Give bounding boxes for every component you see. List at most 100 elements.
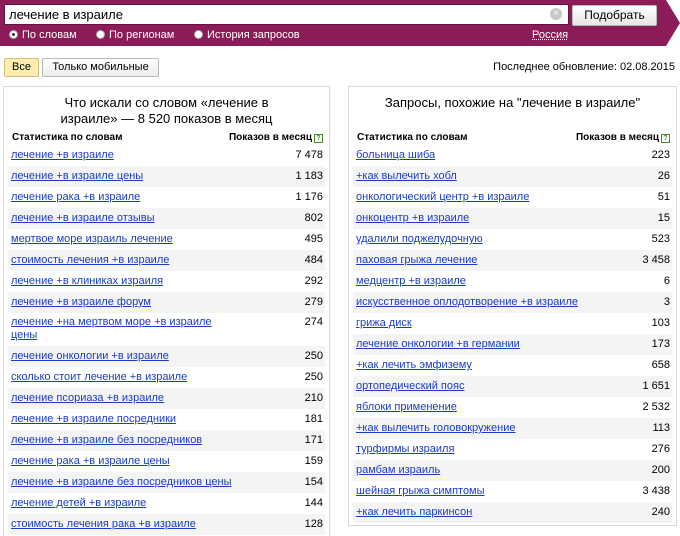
phrase-link[interactable]: лечение псориаза +в израиле [11,392,164,405]
phrase-link[interactable]: лечение рака +в израиле цены [11,455,170,468]
phrase-link[interactable]: мертвое море израиль лечение [11,233,173,246]
shows-count: 15 [657,212,670,224]
search-input[interactable]: лечение в израиле [4,4,569,25]
table-row: лечение +в израиле без посредников 171 [8,430,325,451]
table-row: +как вылечить хобл 26 [353,166,672,187]
table-row: грижа диск 103 [353,313,672,334]
table-row: больница шиба 223 [353,145,672,166]
phrase-link[interactable]: стоимость лечения +в израиле [11,254,169,267]
words-panel: Что искали со словом «лечение в израиле»… [3,86,330,536]
shows-count: 3 458 [642,254,670,266]
shows-count: 6 [663,275,670,287]
shows-count: 250 [304,371,323,383]
table-row: лечение псориаза +в израиле 210 [8,388,325,409]
table-row: лечение +в клиниках израиля 292 [8,271,325,292]
table-row: лечение рака +в израиле цены 159 [8,451,325,472]
col-header-words: Статистика по словам [357,132,468,143]
phrase-link[interactable]: паховая грыжа лечение [356,254,477,267]
phrase-link[interactable]: турфирмы израиля [356,443,454,456]
radio-icon[interactable] [9,30,18,39]
phrase-link[interactable]: +как лечить паркинсон [356,506,472,519]
shows-count: 250 [304,350,323,362]
shows-count: 154 [304,476,323,488]
shows-count: 3 [663,296,670,308]
shows-count: 1 651 [642,380,670,392]
mode-history[interactable]: История запросов [194,29,300,42]
mode-label: По регионам [109,29,175,41]
mode-by-regions[interactable]: По регионам [96,29,174,42]
help-icon[interactable]: ? [661,134,670,143]
help-icon[interactable]: ? [314,134,323,143]
table-row: шейная грыжа симптомы 3 438 [353,481,672,502]
shows-count: 7 478 [295,149,323,161]
shows-count: 276 [651,443,670,455]
shows-count: 1 183 [295,170,323,182]
phrase-link[interactable]: медцентр +в израиле [356,275,466,288]
phrase-link[interactable]: удалили поджелудочную [356,233,483,246]
phrase-link[interactable]: лечение +в израиле отзывы [11,212,155,225]
shows-count: 1 176 [295,191,323,203]
phrase-link[interactable]: +как лечить эмфизему [356,359,472,372]
phrase-link[interactable]: лечение онкологии +в германии [356,338,520,351]
phrase-link[interactable]: лечение +в израиле посредники [11,413,176,426]
table-row: турфирмы израиля 276 [353,439,672,460]
table-row: рамбам израиль 200 [353,460,672,481]
phrase-link[interactable]: больница шиба [356,149,435,162]
phrase-link[interactable]: лечение +в израиле цены [11,170,143,183]
radio-icon[interactable] [194,30,203,39]
submit-button[interactable]: Подобрать [572,5,657,26]
shows-count: 159 [304,455,323,467]
phrase-link[interactable]: сколько стоит лечение +в израиле [11,371,187,384]
phrase-link[interactable]: лечение онкологии +в израиле [11,350,169,363]
phrase-link[interactable]: искусственное оплодотворение +в израиле [356,296,578,309]
phrase-link[interactable]: лечение детей +в израиле [11,497,146,510]
phrase-link[interactable]: стоимость лечения рака +в израиле [11,518,196,531]
phrase-link[interactable]: рамбам израиль [356,464,440,477]
table-row: лечение +в израиле форум 279 [8,292,325,313]
phrase-link[interactable]: лечение +в клиниках израиля [11,275,163,288]
phrase-link[interactable]: лечение рака +в израиле [11,191,140,204]
table-row: лечение +в израиле цены 1 183 [8,166,325,187]
phrase-link[interactable]: +как вылечить хобл [356,170,457,183]
similar-panel-title: Запросы, похожие на "лечение в израиле" [384,95,641,110]
phrase-link[interactable]: шейная грыжа симптомы [356,485,485,498]
shows-count: 495 [304,233,323,245]
shows-count: 802 [304,212,323,224]
table-row: лечение рака +в израиле 1 176 [8,187,325,208]
mode-by-words[interactable]: По словам [9,29,77,42]
phrase-link[interactable]: яблоки применение [356,401,457,414]
shows-count: 51 [657,191,670,203]
shows-count: 173 [651,338,670,350]
phrase-link[interactable]: онкоцентр +в израиле [356,212,469,225]
phrase-link[interactable]: +как вылечить головокружение [356,422,515,435]
shows-count: 200 [651,464,670,476]
phrase-link[interactable]: лечение +в израиле без посредников цены [11,476,231,489]
shows-count: 484 [304,254,323,266]
shows-count: 292 [304,275,323,287]
phrase-link[interactable]: ортопедический пояс [356,380,464,393]
filter-all-button[interactable]: Все [4,58,39,77]
table-row: ортопедический пояс 1 651 [353,376,672,397]
radio-icon[interactable] [96,30,105,39]
phrase-link[interactable]: лечение +в израиле форум [11,296,151,309]
phrase-link[interactable]: лечение +на мертвом море +в израиле цены [11,316,221,342]
filter-mobile-button[interactable]: Только мобильные [42,58,159,77]
table-row: лечение онкологии +в израиле 250 [8,346,325,367]
shows-count: 240 [651,506,670,518]
shows-count: 279 [304,296,323,308]
table-row: медцентр +в израиле 6 [353,271,672,292]
search-bar: лечение в израиле × Подобрать По словам … [0,0,680,46]
phrase-link[interactable]: лечение +в израиле без посредников [11,434,202,447]
shows-count: 26 [657,170,670,182]
words-panel-title: Что искали со словом «лечение в израиле»… [60,95,273,126]
shows-count: 113 [652,422,670,434]
region-link[interactable]: Россия [532,29,568,41]
shows-count: 144 [304,497,323,509]
phrase-link[interactable]: грижа диск [356,317,412,330]
table-row: лечение +в израиле без посредников цены 1… [8,472,325,493]
clear-icon[interactable]: × [550,8,562,20]
phrase-link[interactable]: онкологический центр +в израиле [356,191,529,204]
table-row: +как лечить паркинсон 240 [353,502,672,523]
phrase-link[interactable]: лечение +в израиле [11,149,114,162]
mode-label: По словам [22,29,77,41]
